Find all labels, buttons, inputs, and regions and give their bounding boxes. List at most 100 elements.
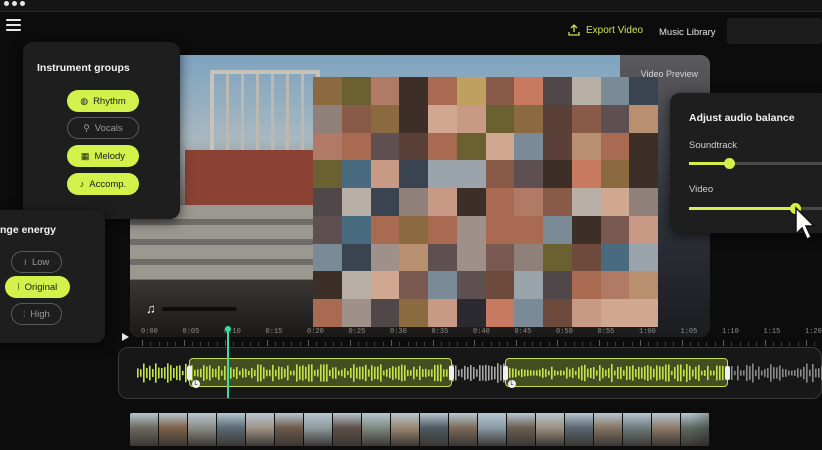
timeline-tick: [332, 342, 334, 346]
timeline-tick: [523, 342, 525, 346]
export-video-button[interactable]: Export Video: [568, 24, 643, 36]
change-energy-title: nge energy: [0, 224, 57, 236]
mosaic-cell: [370, 77, 400, 105]
mosaic-cell: [600, 104, 630, 133]
waveform-bar: [800, 369, 802, 377]
waveform-bar: [470, 365, 472, 381]
filmstrip-frame[interactable]: [217, 413, 246, 446]
energy-original-option[interactable]: ⦚ Original: [5, 276, 70, 298]
filmstrip-frame[interactable]: [652, 413, 681, 446]
music-library-link[interactable]: Music Library: [659, 27, 716, 38]
timeline-ruler[interactable]: 0:00 0:05 0:10 0:15 0:20 0:25 0:30 0:35 0:40 0:45…: [138, 328, 822, 346]
waveform-bar: [173, 368, 175, 378]
timeline-tick: [200, 342, 202, 346]
filmstrip-frame[interactable]: [565, 413, 594, 446]
filmstrip-frame[interactable]: [304, 413, 333, 446]
rhythm-toggle[interactable]: ◍ Rhythm: [67, 90, 139, 112]
playhead[interactable]: [227, 330, 229, 398]
timeline-tick: [225, 340, 226, 346]
filmstrip-frame[interactable]: [449, 413, 478, 446]
filmstrip-frame[interactable]: [159, 413, 188, 446]
timeline-tick: [714, 342, 716, 346]
segment-end-handle[interactable]: [449, 366, 454, 380]
filmstrip-frame[interactable]: [130, 413, 159, 446]
filmstrip-frame[interactable]: [623, 413, 652, 446]
play-icon[interactable]: [122, 333, 129, 341]
timeline-tick: [507, 342, 509, 346]
timeline-tick: [731, 342, 733, 346]
segment-start-handle[interactable]: [503, 366, 508, 380]
account-area[interactable]: [727, 18, 822, 44]
pixelated-subject: [313, 77, 658, 327]
window-dot-icon[interactable]: [12, 1, 17, 6]
filmstrip-frame[interactable]: [536, 413, 565, 446]
mosaic-cell: [543, 160, 572, 189]
mosaic-cell: [399, 104, 428, 133]
mosaic-cell: [571, 77, 601, 105]
filmstrip-frame[interactable]: [188, 413, 217, 446]
mosaic-cell: [399, 271, 428, 300]
filmstrip-frame[interactable]: [420, 413, 449, 446]
window-dot-icon[interactable]: [20, 1, 25, 6]
waveform-bar: [815, 368, 817, 378]
filmstrip-frame[interactable]: [362, 413, 391, 446]
filmstrip-frame[interactable]: [391, 413, 420, 446]
mosaic-cell: [313, 77, 342, 105]
filmstrip-frame[interactable]: [246, 413, 275, 446]
mosaic-cell: [428, 188, 457, 216]
timeline-tick: [772, 342, 774, 346]
waveform-bar: [182, 370, 184, 376]
mosaic-cell: [600, 243, 630, 272]
video-filmstrip[interactable]: [130, 413, 710, 446]
vocals-toggle[interactable]: ⚲ Vocals: [67, 117, 139, 139]
energy-high-option[interactable]: ⦙ High: [11, 303, 62, 325]
music-note-icon: ♫: [146, 301, 156, 316]
mosaic-cell: [399, 132, 428, 161]
export-video-label: Export Video: [586, 24, 644, 36]
timeline-tick: [382, 342, 384, 346]
mosaic-cell: [629, 188, 658, 216]
waveform-bar: [467, 367, 469, 379]
filmstrip-frame[interactable]: [275, 413, 304, 446]
energy-low-option[interactable]: ≀ Low: [11, 251, 62, 273]
vocals-label: Vocals: [94, 122, 123, 134]
timeline-tick: [341, 342, 343, 346]
window-dot-icon[interactable]: [4, 1, 9, 6]
filmstrip-frame[interactable]: [478, 413, 507, 446]
waveform-bar: [179, 365, 181, 381]
timeline-tick-label: 0:40: [473, 328, 490, 336]
soundtrack-slider[interactable]: [689, 158, 822, 169]
timeline-tick: [366, 342, 368, 346]
segment-start-handle[interactable]: [187, 366, 192, 380]
timeline-tick: [457, 342, 459, 346]
audio-balance-title: Adjust audio balance: [689, 112, 795, 124]
segment-end-handle[interactable]: [725, 366, 730, 380]
timeline-tick: [142, 340, 143, 346]
video-preview[interactable]: Video Preview ♫: [130, 55, 710, 337]
mosaic-cell: [341, 188, 371, 216]
timeline-tick: [158, 342, 160, 346]
mosaic-cell: [341, 160, 371, 189]
mosaic-cell: [456, 160, 486, 189]
menu-icon[interactable]: [6, 19, 21, 31]
wave-high-icon: ⦙: [23, 308, 26, 319]
mosaic-cell: [485, 215, 515, 244]
audio-segment[interactable]: [505, 358, 728, 387]
timeline-tick: [349, 340, 351, 346]
playhead-handle[interactable]: [225, 326, 231, 332]
filmstrip-frame[interactable]: [507, 413, 536, 446]
mosaic-cell: [341, 215, 371, 244]
mosaic-cell: [370, 188, 400, 216]
window-controls[interactable]: [4, 1, 25, 6]
accompaniment-toggle[interactable]: ♪ Accomp.: [67, 173, 139, 195]
timeline-tick: [374, 342, 376, 346]
mosaic-cell: [428, 215, 457, 244]
melody-toggle[interactable]: ▦ Melody: [67, 145, 139, 167]
timeline-tick: [216, 342, 218, 346]
filmstrip-frame[interactable]: [333, 413, 362, 446]
filmstrip-frame[interactable]: [594, 413, 623, 446]
mosaic-cell: [370, 160, 400, 189]
waveform-bar: [482, 365, 484, 381]
soundtrack-slider-knob[interactable]: [723, 158, 735, 169]
mosaic-cell: [428, 299, 457, 327]
